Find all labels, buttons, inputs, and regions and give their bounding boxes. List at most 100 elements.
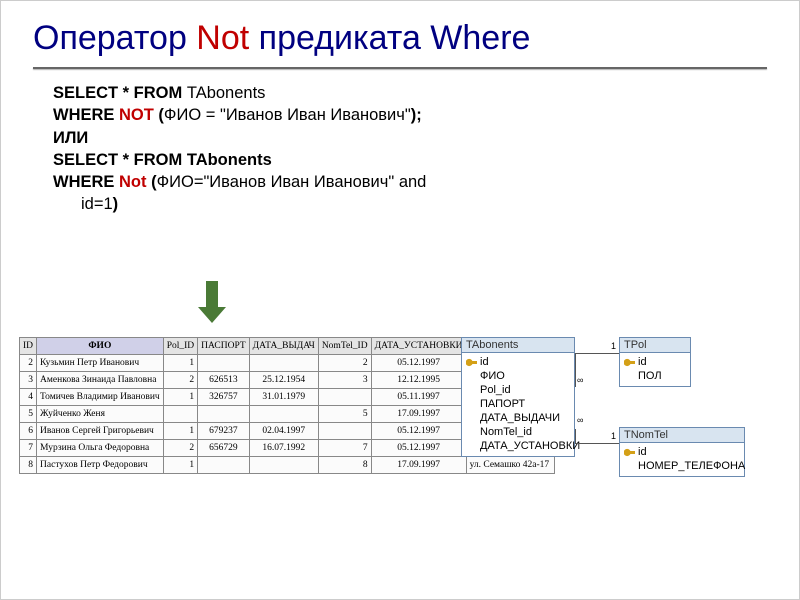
tpol-pol: ПОЛ [622, 369, 688, 383]
predicate-id: id=1 [81, 195, 113, 213]
table-cell: 12.12.1995 [371, 372, 466, 389]
slide-title: Оператор Not предиката Where [33, 19, 767, 64]
col-polid: Pol_ID [163, 338, 197, 355]
table-cell: 2 [318, 355, 371, 372]
table-cell: Мурзина Ольга Федоровна [37, 440, 164, 457]
kw-where: WHERE [53, 106, 119, 124]
col-id: ID [20, 338, 37, 355]
sql-line-3: SELECT * FROM TAbonents [53, 149, 767, 171]
relation-line-1v [575, 353, 576, 387]
table-cell: 3 [318, 372, 371, 389]
table-cell: 6 [20, 423, 37, 440]
entity-tnomtel-title: TNomTel [620, 428, 744, 443]
table-cell: Иванов Сергей Григорьевич [37, 423, 164, 440]
relation-line-2v [575, 429, 576, 443]
sql-content: SELECT * FROM TAbonents WHERE NOT (ФИО =… [33, 82, 767, 216]
entity-tabonents-title: TAbonents [462, 338, 574, 353]
sql-line-4: WHERE Not (ФИО="Иванов Иван Иванович" an… [53, 171, 767, 193]
entity-tpol-title: TPol [620, 338, 690, 353]
table-cell: 16.07.1992 [249, 440, 318, 457]
table-row: 8Пастухов Петр Федорович1817.09.1997ул. … [20, 457, 555, 474]
col-datev: ДАТА_ВЫДАЧ [249, 338, 318, 355]
title-underline [33, 67, 767, 69]
table-cell: ул. Семашко 42а-17 [466, 457, 554, 474]
paren-close-2: ) [113, 195, 119, 213]
relation-2-many: ∞ [577, 415, 583, 425]
table-cell: 05.12.1997 [371, 423, 466, 440]
relation-line-2 [575, 443, 619, 444]
field-datev: ДАТА_ВЫДАЧИ [464, 411, 572, 425]
table-cell: 2 [163, 440, 197, 457]
table-cell: 679237 [198, 423, 250, 440]
table-cell: 1 [163, 423, 197, 440]
table-cell: 5 [318, 406, 371, 423]
table-cell [198, 406, 250, 423]
kw-where-2: WHERE [53, 173, 119, 191]
entity-tpol: TPol id ПОЛ [619, 337, 691, 387]
field-dateu: ДАТА_УСТАНОВКИ [464, 439, 572, 453]
table-cell: 17.09.1997 [371, 457, 466, 474]
field-nomtelid: NomTel_id [464, 425, 572, 439]
paren-close-1: ); [411, 106, 422, 124]
relation-2-one: 1 [611, 431, 616, 441]
table-cell [198, 355, 250, 372]
table-cell: 05.11.1997 [371, 389, 466, 406]
title-part2: предиката Where [249, 19, 530, 57]
table-cell: 656729 [198, 440, 250, 457]
tnomtel-num: НОМЕР_ТЕЛЕФОНА [622, 459, 742, 473]
kw-select-from: SELECT * FROM [53, 84, 187, 102]
table-cell: 3 [20, 372, 37, 389]
table-cell: 7 [318, 440, 371, 457]
or-label: ИЛИ [53, 127, 767, 149]
table-cell [249, 457, 318, 474]
table-cell: 05.12.1997 [371, 440, 466, 457]
kw-and: and [399, 173, 427, 191]
table-cell: Кузьмин Петр Иванович [37, 355, 164, 372]
table-cell: 1 [163, 389, 197, 406]
table-cell [318, 423, 371, 440]
table-cell: Томичев Владимир Иванович [37, 389, 164, 406]
table-cell: 02.04.1997 [249, 423, 318, 440]
table-cell: 1 [163, 355, 197, 372]
table-cell: 8 [318, 457, 371, 474]
field-id: id [464, 355, 572, 369]
table-cell: Жуйченко Женя [37, 406, 164, 423]
table-cell: 2 [163, 372, 197, 389]
field-polid: Pol_id [464, 383, 572, 397]
tnomtel-id: id [622, 445, 742, 459]
table-cell: 05.12.1997 [371, 355, 466, 372]
table-cell [163, 406, 197, 423]
table-cell: 7 [20, 440, 37, 457]
field-passport: ПАПОРТ [464, 397, 572, 411]
table-cell [249, 355, 318, 372]
sql-line-1: SELECT * FROM TAbonents [53, 82, 767, 104]
table-cell: Аменкова Зинаида Павловна [37, 372, 164, 389]
table-cell: 326757 [198, 389, 250, 406]
table-cell: 4 [20, 389, 37, 406]
col-passport: ПАСПОРТ [198, 338, 250, 355]
table-cell: 626513 [198, 372, 250, 389]
table-cell: 25.12.1954 [249, 372, 318, 389]
title-part1: Оператор [33, 19, 196, 57]
sql-line-5: id=1) [53, 193, 767, 215]
predicate-2: ФИО="Иванов Иван Иванович" [157, 173, 399, 191]
arrow-down-icon [206, 281, 226, 323]
tpol-id: id [622, 355, 688, 369]
table-cell: 2 [20, 355, 37, 372]
entity-tabonents: TAbonents id ФИО Pol_id ПАПОРТ ДАТА_ВЫДА… [461, 337, 575, 457]
table-cell: 1 [163, 457, 197, 474]
table-cell [318, 389, 371, 406]
table-cell [198, 457, 250, 474]
kw-not-2: Not [119, 173, 151, 191]
table-cell: 31.01.1979 [249, 389, 318, 406]
table-cell: 17.09.1997 [371, 406, 466, 423]
table-cell: 8 [20, 457, 37, 474]
table-cell: 5 [20, 406, 37, 423]
entity-tnomtel: TNomTel id НОМЕР_ТЕЛЕФОНА [619, 427, 745, 477]
col-dateu: ДАТА_УСТАНОВКИ [371, 338, 466, 355]
col-fio: ФИО [37, 338, 164, 355]
table-cell: Пастухов Петр Федорович [37, 457, 164, 474]
table-cell [249, 406, 318, 423]
sql-line-2: WHERE NOT (ФИО = "Иванов Иван Иванович")… [53, 104, 767, 126]
col-nomtel: NomTel_ID [318, 338, 371, 355]
